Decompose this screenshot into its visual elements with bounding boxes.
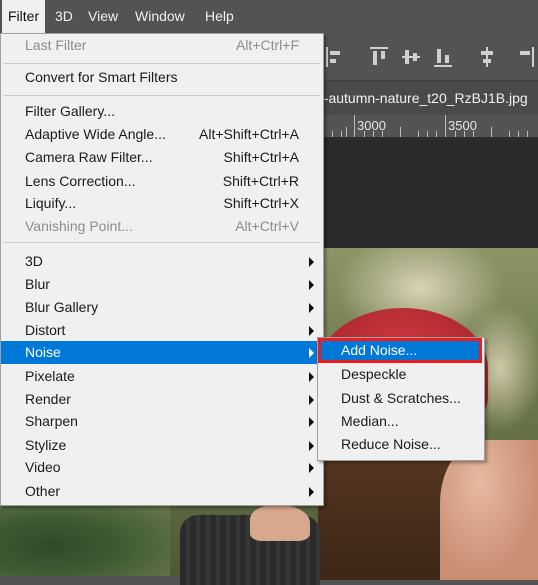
menu-item-vanishing-point: Vanishing Point... Alt+Ctrl+V — [1, 215, 323, 238]
menu-item-lens-correction[interactable]: Lens Correction... Shift+Ctrl+R — [1, 170, 323, 193]
submenu-item-median[interactable]: Median... — [318, 410, 484, 433]
menu-item-label: Filter Gallery... — [25, 103, 115, 119]
submenu-arrow-icon — [309, 326, 314, 336]
filter-menu: Last Filter Alt+Ctrl+F Convert for Smart… — [0, 33, 324, 506]
submenu-item-dust-and-scratches[interactable]: Dust & Scratches... — [318, 387, 484, 410]
menu-item-label: Blur — [25, 276, 50, 292]
menu-item-label: Pixelate — [25, 368, 75, 384]
menu-item-render[interactable]: Render — [1, 388, 323, 411]
menu-item-stylize[interactable]: Stylize — [1, 434, 323, 457]
menu-item-label: Despeckle — [341, 366, 407, 382]
menu-separator — [4, 95, 320, 96]
menu-item-shortcut: Alt+Ctrl+F — [235, 37, 299, 53]
menu-view[interactable]: View — [82, 0, 124, 33]
menu-item-filter-gallery[interactable]: Filter Gallery... — [1, 100, 323, 123]
menu-item-label: Stylize — [25, 437, 67, 453]
menu-item-convert-for-smart-filters[interactable]: Convert for Smart Filters — [1, 66, 323, 89]
submenu-arrow-icon — [309, 417, 314, 427]
submenu-arrow-icon — [309, 487, 314, 497]
menu-item-label: Render — [25, 391, 71, 407]
menu-item-label: Last Filter — [25, 37, 87, 53]
menu-item-shortcut: Shift+Ctrl+X — [223, 195, 299, 211]
menu-item-video[interactable]: Video — [1, 456, 323, 479]
menu-item-blur-gallery[interactable]: Blur Gallery — [1, 296, 323, 319]
submenu-item-despeckle[interactable]: Despeckle — [318, 363, 484, 386]
menu-filter[interactable]: Filter — [2, 0, 46, 33]
menu-item-label: Reduce Noise... — [341, 436, 441, 452]
menu-item-shortcut: Alt+Shift+Ctrl+A — [199, 126, 299, 142]
menu-3d[interactable]: 3D — [49, 0, 79, 33]
menu-item-label: Camera Raw Filter... — [25, 149, 153, 165]
align-vertical-centers-icon[interactable] — [402, 47, 420, 67]
submenu-arrow-icon — [309, 463, 314, 473]
menu-item-last-filter: Last Filter Alt+Ctrl+F — [1, 34, 323, 57]
menu-item-blur[interactable]: Blur — [1, 273, 323, 296]
menu-item-adaptive-wide-angle[interactable]: Adaptive Wide Angle... Alt+Shift+Ctrl+A — [1, 123, 323, 146]
menu-item-label: Noise — [25, 344, 61, 360]
photo-foliage — [0, 500, 170, 576]
menu-item-distort[interactable]: Distort — [1, 319, 323, 342]
menu-item-label: Vanishing Point... — [25, 218, 133, 234]
submenu-arrow-icon — [309, 372, 314, 382]
menu-item-label: 3D — [25, 253, 43, 269]
menu-separator — [4, 63, 320, 64]
menu-item-shortcut: Shift+Ctrl+R — [222, 173, 299, 189]
menu-item-sharpen[interactable]: Sharpen — [1, 410, 323, 433]
menu-item-label: Blur Gallery — [25, 299, 99, 315]
menu-item-noise[interactable]: Noise — [1, 341, 323, 364]
menu-item-label: Other — [25, 483, 61, 499]
submenu-arrow-icon — [309, 280, 314, 290]
align-right-edges-icon[interactable] — [516, 47, 534, 67]
menu-item-3d[interactable]: 3D — [1, 250, 323, 273]
menu-window[interactable]: Window — [129, 0, 191, 33]
menu-item-camera-raw-filter[interactable]: Camera Raw Filter... Shift+Ctrl+A — [1, 146, 323, 169]
align-bottom-edges-icon[interactable] — [434, 47, 452, 67]
photo-hand — [250, 505, 310, 541]
submenu-item-reduce-noise[interactable]: Reduce Noise... — [318, 433, 484, 456]
menu-item-label: Distort — [25, 322, 66, 338]
menu-item-shortcut: Shift+Ctrl+A — [223, 149, 299, 165]
menu-item-label: Median... — [341, 413, 399, 429]
menu-item-label: Convert for Smart Filters — [25, 69, 178, 85]
photo-face — [440, 440, 538, 580]
align-horizontal-centers-icon[interactable] — [478, 47, 496, 67]
menu-item-label: Sharpen — [25, 413, 78, 429]
align-top-edges-icon[interactable] — [370, 47, 388, 67]
align-left-edges-icon[interactable] — [326, 47, 344, 67]
menu-item-liquify[interactable]: Liquify... Shift+Ctrl+X — [1, 192, 323, 215]
menu-item-label: Liquify... — [25, 195, 77, 211]
menu-item-label: Video — [25, 459, 61, 475]
menu-item-label: Adaptive Wide Angle... — [25, 126, 166, 142]
menu-bar: Filter 3D View Window Help — [0, 0, 538, 34]
menu-item-label: Lens Correction... — [25, 173, 136, 189]
menu-separator — [4, 242, 320, 243]
submenu-arrow-icon — [309, 441, 314, 451]
submenu-arrow-icon — [309, 303, 314, 313]
menu-help[interactable]: Help — [199, 0, 240, 33]
menu-item-label: Add Noise... — [341, 342, 418, 358]
submenu-arrow-icon — [309, 257, 314, 267]
menu-item-label: Dust & Scratches... — [341, 390, 461, 406]
submenu-arrow-icon — [309, 395, 314, 405]
document-tab-title: n-autumn-nature_t20_RzBJ1B.jpg — [316, 90, 528, 106]
submenu-arrow-icon — [309, 348, 314, 358]
menu-item-other[interactable]: Other — [1, 480, 323, 503]
menu-item-shortcut: Alt+Ctrl+V — [235, 218, 299, 234]
add-noise-highlight-callout[interactable]: Add Noise... — [318, 338, 482, 363]
menu-item-pixelate[interactable]: Pixelate — [1, 365, 323, 388]
